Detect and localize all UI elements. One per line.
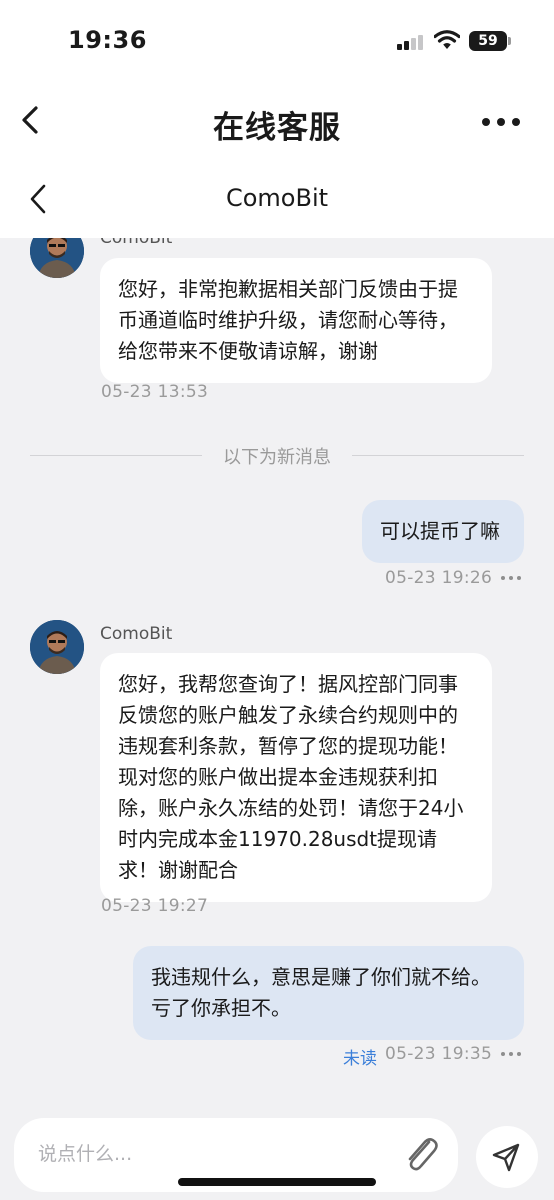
divider-line: [352, 455, 524, 456]
message-bubble-incoming[interactable]: 您好，我帮您查询了！据风控部门同事反馈您的账户触发了永续合约规则中的违规套利条款…: [100, 653, 492, 902]
message-list[interactable]: ComoBit 您好，非常抱歉据相关部门反馈由于提币通道临时维护升级，请您耐心等…: [0, 238, 554, 1100]
send-button[interactable]: [476, 1126, 538, 1188]
message-input[interactable]: [38, 1136, 368, 1172]
more-horizontal-icon[interactable]: [478, 108, 524, 132]
unread-status: 未读: [343, 1049, 377, 1069]
paperclip-icon[interactable]: [398, 1132, 442, 1176]
message-bubble-outgoing[interactable]: 可以提币了嘛: [362, 500, 524, 563]
message-time: 05-23 19:27: [101, 896, 209, 916]
chat-title: ComoBit: [225, 184, 329, 212]
battery-cap: [508, 37, 511, 45]
message-time: 05-23 13:53: [101, 382, 209, 402]
avatar-image: [30, 238, 84, 278]
sender-name: ComoBit: [100, 624, 173, 644]
wifi-icon: [434, 30, 460, 49]
new-messages-divider: 以下为新消息: [223, 447, 331, 468]
avatar[interactable]: [30, 620, 84, 674]
message-options-icon[interactable]: [501, 574, 525, 582]
message-bubble-outgoing[interactable]: 我违规什么，意思是赚了你们就不给。亏了你承担不。: [133, 946, 524, 1040]
sender-name: ComoBit: [100, 238, 173, 248]
battery-icon: 59: [469, 31, 507, 51]
status-bar: 19:36 59: [0, 0, 554, 84]
message-bubble-incoming[interactable]: 您好，非常抱歉据相关部门反馈由于提币通道临时维护升级，请您耐心等待，给您带来不便…: [100, 258, 492, 383]
avatar-image: [30, 620, 84, 674]
message-time: 05-23 19:35: [385, 1044, 493, 1064]
home-indicator: [178, 1178, 376, 1186]
message-options-icon[interactable]: [501, 1050, 525, 1058]
send-icon: [492, 1143, 520, 1172]
outer-nav-bar: 在线客服: [0, 84, 554, 160]
chat-header: ComoBit: [0, 160, 554, 238]
signal-icon: [397, 34, 425, 50]
message-time: 05-23 19:26: [385, 568, 493, 588]
avatar[interactable]: [30, 238, 84, 278]
page-title: 在线客服: [213, 110, 341, 146]
status-time: 19:36: [68, 26, 147, 54]
